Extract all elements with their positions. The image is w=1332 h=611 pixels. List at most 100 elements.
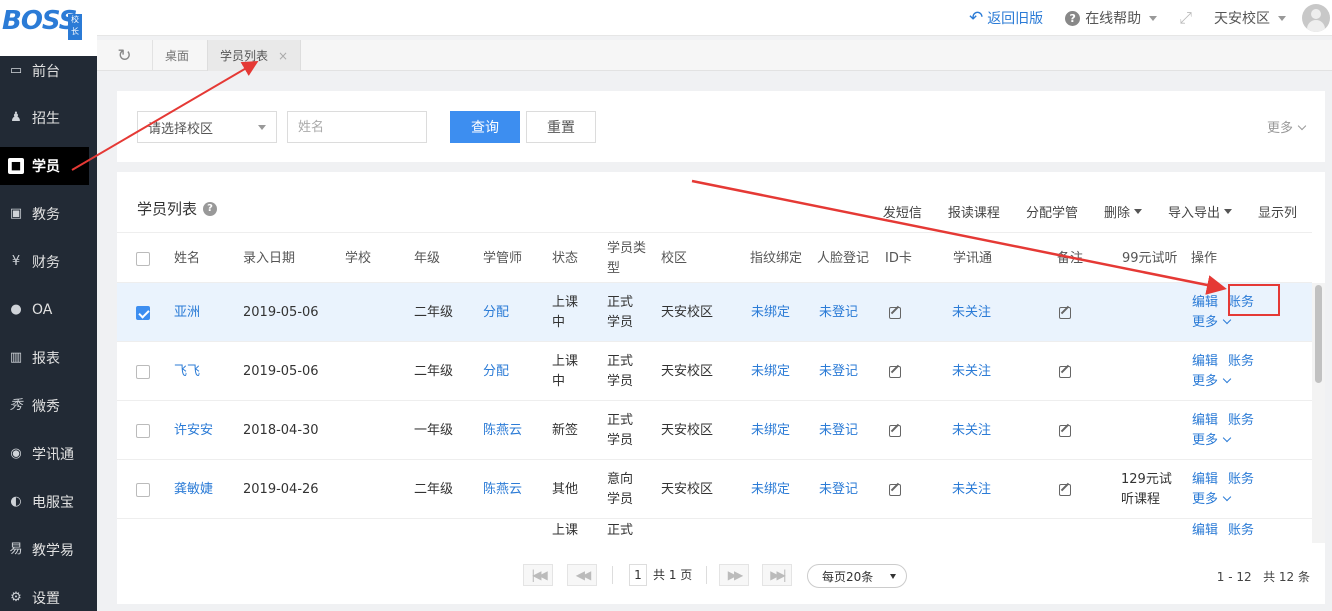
help-icon[interactable]: ? (203, 201, 218, 216)
idcard-edit-button[interactable] (889, 401, 901, 460)
list-actions: 发短信 报读课程 分配学管 删除 导入导出 显示列 (857, 202, 1297, 221)
row-checkbox[interactable] (136, 283, 150, 342)
student-name-link[interactable]: 龚敏婕 (174, 460, 213, 519)
back-old-version-link[interactable]: ↶ 返回旧版 (969, 8, 1043, 28)
face-link[interactable]: 未登记 (819, 342, 858, 401)
scrollbar-thumb[interactable] (1315, 285, 1322, 383)
idcard-edit-button[interactable] (889, 342, 901, 401)
sidebar-item-desk[interactable]: ▭ 前台 (0, 52, 97, 90)
close-icon[interactable]: × (278, 49, 288, 63)
idcard-edit-button[interactable] (889, 460, 901, 519)
edit-link[interactable]: 编辑 (1192, 413, 1218, 428)
table-row[interactable]: 许安安 2018-04-30 一年级 陈燕云 新签 正式 学员 天安校区 未绑定 … (117, 401, 1312, 460)
manager-link[interactable]: 陈燕云 (483, 401, 522, 460)
checkbox[interactable] (136, 423, 150, 438)
xuexun-link[interactable]: 未关注 (952, 283, 991, 342)
manager-link[interactable]: 分配 (483, 283, 509, 342)
campus-switcher[interactable]: 天安校区 (1214, 8, 1286, 28)
tab-desk[interactable]: 桌面 (153, 40, 201, 71)
next-page-button[interactable]: ▶▶ (719, 564, 749, 586)
page-size-select[interactable]: 每页20条 (807, 564, 907, 588)
edit-link[interactable]: 编辑 (1192, 295, 1218, 310)
show-columns-button[interactable]: 显示列 (1258, 202, 1297, 221)
online-help-menu[interactable]: ? 在线帮助 (1065, 8, 1158, 28)
face-link[interactable]: 未登记 (819, 283, 858, 342)
sidebar-item-dianfubao[interactable]: ◐ 电服宝 (0, 483, 97, 521)
manager-link[interactable]: 分配 (483, 342, 509, 401)
xuexun-link[interactable]: 未关注 (952, 401, 991, 460)
more-ops-dropdown[interactable]: 更多 (1192, 313, 1232, 333)
account-link[interactable]: 账务 (1228, 413, 1254, 428)
table-row[interactable]: 龚敏婕 2019-04-26 二年级 陈燕云 其他 意向 学员 天安校区 未绑定 … (117, 460, 1312, 519)
account-link[interactable]: 账务 (1228, 521, 1254, 541)
sidebar-item-oa[interactable]: ● OA (0, 291, 97, 329)
checkbox[interactable] (136, 364, 150, 379)
more-ops-dropdown[interactable]: 更多 (1192, 431, 1232, 451)
student-name-link[interactable]: 许安安 (174, 401, 213, 460)
grade: 一年级 (414, 422, 454, 438)
face-link[interactable]: 未登记 (819, 401, 858, 460)
sidebar-item-jiaoxueyi[interactable]: 易 教学易 (0, 531, 97, 569)
idcard-edit-button[interactable] (889, 283, 901, 342)
row-checkbox[interactable] (136, 401, 150, 460)
edit-link[interactable]: 编辑 (1192, 472, 1218, 487)
sidebar-item-finance[interactable]: ¥ 财务 (0, 243, 97, 281)
avatar[interactable] (1302, 4, 1330, 32)
last-page-button[interactable]: ▶▶| (762, 564, 792, 586)
reset-button[interactable]: 重置 (526, 111, 596, 143)
xuexun-link[interactable]: 未关注 (952, 342, 991, 401)
sidebar-item-xuexuntong[interactable]: ◉ 学讯通 (0, 435, 97, 473)
row-checkbox[interactable] (136, 342, 150, 401)
checkbox[interactable] (136, 305, 150, 320)
sidebar-item-academic[interactable]: ▣ 教务 (0, 195, 97, 233)
remark-edit-button[interactable] (1059, 401, 1071, 460)
fingerprint-link[interactable]: 未绑定 (751, 283, 790, 342)
enroll-course-button[interactable]: 报读课程 (948, 202, 1000, 221)
more-filter-toggle[interactable]: 更多 (1267, 117, 1307, 136)
student-name-link[interactable]: 亚洲 (174, 283, 200, 342)
fingerprint-link[interactable]: 未绑定 (751, 460, 790, 519)
more-ops-dropdown[interactable]: 更多 (1192, 372, 1232, 392)
student-name-link[interactable]: 飞飞 (174, 342, 200, 401)
manager-link[interactable]: 陈燕云 (483, 460, 522, 519)
query-button[interactable]: 查询 (450, 111, 520, 143)
table-scrollbar[interactable] (1312, 283, 1325, 543)
xuexun-link[interactable]: 未关注 (952, 460, 991, 519)
remark-edit-button[interactable] (1059, 342, 1071, 401)
account-link[interactable]: 账务 (1228, 354, 1254, 369)
assign-manager-button[interactable]: 分配学管 (1026, 202, 1078, 221)
delete-dropdown[interactable]: 删除 (1104, 202, 1142, 221)
send-sms-button[interactable]: 发短信 (883, 202, 922, 221)
sidebar-item-weixiu[interactable]: 秀 微秀 (0, 387, 97, 425)
page-number-input[interactable]: 1 (629, 564, 647, 586)
sidebar-item-enroll[interactable]: ♟ 招生 (0, 99, 97, 137)
checkbox[interactable] (136, 482, 150, 497)
edit-link[interactable]: 编辑 (1192, 354, 1218, 369)
tab-student-list[interactable]: 学员列表 × (207, 40, 302, 71)
table-row[interactable]: 飞飞 2019-05-06 二年级 分配 上课中 正式 学员 天安校区 未绑定 未… (117, 342, 1312, 401)
account-link[interactable]: 账务 (1228, 472, 1254, 487)
fingerprint-link[interactable]: 未绑定 (751, 342, 790, 401)
import-export-dropdown[interactable]: 导入导出 (1168, 202, 1232, 221)
fingerprint-link[interactable]: 未绑定 (751, 401, 790, 460)
remark-edit-button[interactable] (1059, 460, 1071, 519)
edit-link[interactable]: 编辑 (1192, 521, 1218, 541)
first-page-button[interactable]: |◀◀ (523, 564, 553, 586)
sidebar-item-report[interactable]: ▥ 报表 (0, 339, 97, 377)
table-row[interactable]: 亚洲 2019-05-06 二年级 分配 上课中 正式 学员 天安校区 未绑定 未… (117, 283, 1312, 342)
fullscreen-button[interactable]: ⤢ (1179, 8, 1192, 28)
refresh-button[interactable]: ↻ (97, 40, 153, 71)
name-input[interactable] (287, 111, 427, 143)
remark-edit-button[interactable] (1059, 283, 1071, 342)
col-trial: 99元试听 (1122, 250, 1178, 266)
row-checkbox[interactable] (136, 460, 150, 519)
face-link[interactable]: 未登记 (819, 460, 858, 519)
campus-select[interactable]: 请选择校区 (137, 111, 277, 143)
sidebar-item-student[interactable]: ■ 学员 (0, 147, 89, 185)
checkbox[interactable] (136, 251, 150, 266)
select-all-checkbox[interactable] (136, 233, 150, 284)
more-ops-dropdown[interactable]: 更多 (1192, 490, 1232, 510)
prev-page-button[interactable]: ◀◀ (567, 564, 597, 586)
sidebar-item-settings[interactable]: ⚙ 设置 (0, 579, 97, 611)
table-row[interactable]: 上课 正式 编辑 账务 (117, 519, 1312, 543)
